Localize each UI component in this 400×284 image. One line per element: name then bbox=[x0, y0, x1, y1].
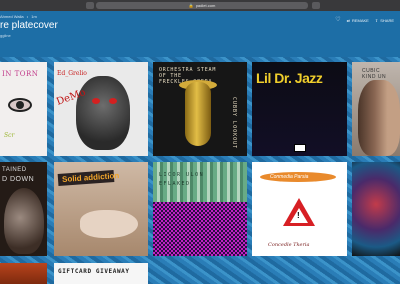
post-card[interactable]: Conmedia Parsia ! Concedle Tkeria bbox=[252, 162, 347, 256]
cover-script: Scr bbox=[4, 132, 15, 139]
reload-icon[interactable] bbox=[312, 2, 320, 9]
shield-icon[interactable] bbox=[86, 2, 94, 9]
cover-title: Lil Dr. Jazz bbox=[256, 70, 323, 86]
cover-title-line: TAINED bbox=[2, 167, 27, 173]
author-name[interactable]: Ahmed Walla bbox=[0, 14, 24, 19]
remake-icon: ⇄ bbox=[346, 17, 350, 23]
post-card[interactable]: Lil Dr. Jazz bbox=[252, 62, 347, 156]
share-button[interactable]: ⇧ SHARE bbox=[375, 18, 394, 23]
breadcrumb-separator: • bbox=[26, 14, 29, 19]
cover-title-line: EFLAKED bbox=[159, 181, 191, 187]
url-text: padlet.com bbox=[195, 3, 216, 8]
cover-signature: Concedle Tkeria bbox=[268, 242, 310, 248]
share-icon: ⇧ bbox=[374, 17, 379, 23]
advisory-label bbox=[294, 144, 306, 152]
cover-title: Conmedia Parsia bbox=[270, 174, 309, 180]
red-eye-right bbox=[109, 98, 117, 104]
address-bar[interactable]: 🔒 padlet.com bbox=[96, 2, 308, 9]
exclamation-icon: ! bbox=[297, 211, 300, 220]
post-card[interactable]: ORCHESTRA STEAM OF THE FRECKLES OPERA CU… bbox=[153, 62, 247, 156]
cover-art bbox=[4, 188, 44, 254]
cover-title: GIFTCARD GIVEAWAY bbox=[58, 268, 130, 275]
post-card[interactable] bbox=[352, 162, 400, 256]
lock-icon: 🔒 bbox=[188, 3, 194, 8]
padlet-wall: IN TORN Scr Ed_Grelio DeMo ORCHESTRA STE… bbox=[0, 57, 400, 284]
cover-art bbox=[76, 76, 130, 150]
cover-artist: Ed_Grelio bbox=[57, 70, 87, 77]
cover-art bbox=[358, 80, 400, 156]
post-age: 1m bbox=[31, 14, 37, 19]
post-card[interactable]: LICOR ULON EFLAKED bbox=[153, 162, 247, 256]
post-card[interactable]: GIFTCARD GIVEAWAY bbox=[54, 263, 148, 284]
breadcrumb: Ahmed Walla • 1m bbox=[0, 14, 39, 19]
remake-button[interactable]: ⇄ REMAKE bbox=[347, 18, 369, 23]
header-actions: ♡ ⇄ REMAKE ⇧ SHARE bbox=[335, 17, 394, 23]
cover-title-line: LICOR ULON bbox=[159, 172, 205, 178]
red-eye-left bbox=[92, 98, 100, 104]
pupil-graphic bbox=[16, 101, 24, 109]
cover-side-text: CUBBY LOOKOUT bbox=[231, 97, 237, 150]
post-card[interactable]: IN TORN Scr bbox=[0, 62, 47, 156]
padlet-header: Ahmed Walla • 1m re platecover ggline ♡ … bbox=[0, 11, 400, 57]
cover-art bbox=[80, 210, 138, 238]
heart-icon[interactable]: ♡ bbox=[335, 17, 340, 23]
checker-pattern bbox=[153, 202, 247, 256]
cover-title: IN TORN bbox=[2, 70, 39, 78]
post-card[interactable]: CUBIC KIND UN bbox=[352, 62, 400, 156]
share-label: SHARE bbox=[380, 17, 394, 23]
browser-toolbar: 🔒 padlet.com bbox=[0, 0, 400, 11]
cover-title-line: D DOWN bbox=[2, 176, 35, 183]
tuba-graphic bbox=[185, 82, 211, 146]
remake-label: REMAKE bbox=[351, 17, 369, 23]
post-card[interactable] bbox=[0, 263, 47, 284]
post-card[interactable]: Solid addiction bbox=[54, 162, 148, 256]
post-card[interactable]: Ed_Grelio DeMo bbox=[54, 62, 148, 156]
page-subtitle: ggline bbox=[0, 33, 11, 38]
cover-title-line: KIND UN bbox=[362, 74, 387, 80]
post-card[interactable]: TAINED D DOWN bbox=[0, 162, 47, 256]
page-title: re platecover bbox=[0, 20, 58, 31]
